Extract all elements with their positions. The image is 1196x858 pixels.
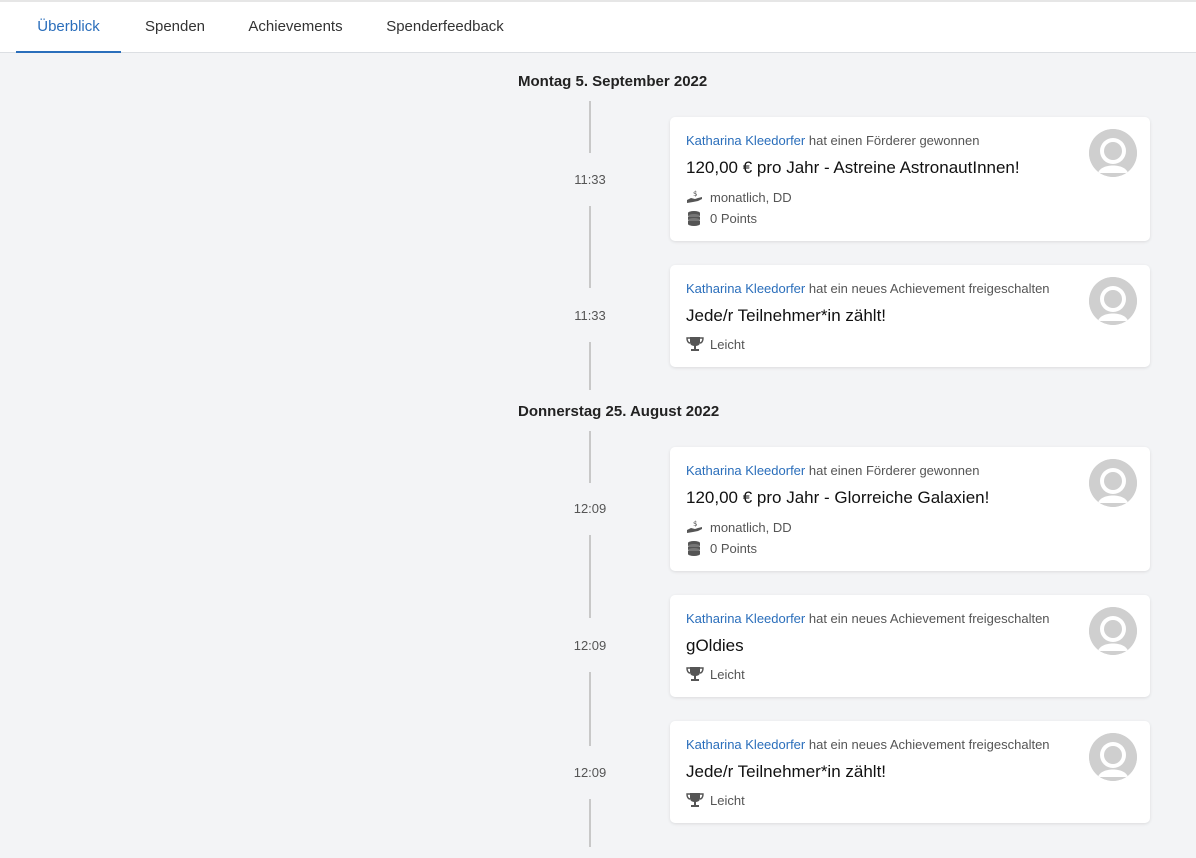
points-row: 0 Points	[686, 540, 757, 556]
difficulty-row: Leicht	[686, 336, 745, 352]
date-heading: Donnerstag 25. August 2022	[518, 403, 720, 420]
trophy-icon	[686, 792, 704, 808]
difficulty-text: Leicht	[710, 666, 745, 682]
card-header: Katharina Kleedorfer hat ein neues Achie…	[686, 281, 1050, 296]
frequency-row: $ monatlich, DD	[686, 189, 792, 205]
user-link[interactable]: Katharina Kleedorfer	[686, 133, 805, 148]
svg-text:$: $	[693, 190, 697, 198]
timeline-line	[589, 342, 591, 390]
action-text: hat ein neues Achievement freigeschalten	[808, 611, 1050, 626]
tab-bar: Überblick Spenden Achievements Spenderfe…	[0, 2, 1196, 53]
svg-text:$: $	[693, 520, 697, 528]
card-header: Katharina Kleedorfer hat ein neues Achie…	[686, 611, 1050, 626]
timeline-line	[589, 535, 591, 618]
card-title: gOldies	[686, 636, 744, 655]
tab-spenden[interactable]: Spenden	[140, 2, 210, 52]
activity-card: Katharina Kleedorfer hat ein neues Achie…	[670, 721, 1150, 823]
card-title: 120,00 € pro Jahr - Glorreiche Galaxien!	[686, 488, 990, 507]
user-placeholder-icon[interactable]	[1089, 277, 1137, 325]
action-text: hat einen Förderer gewonnen	[808, 133, 980, 148]
difficulty-row: Leicht	[686, 792, 745, 808]
date-heading: Montag 5. September 2022	[518, 73, 708, 90]
timeline-line	[589, 431, 591, 483]
timeline-line	[589, 101, 591, 153]
tab-ueberblick[interactable]: Überblick	[16, 2, 121, 53]
entry-time: 12:09	[573, 501, 607, 516]
timeline-line	[589, 672, 591, 746]
frequency-row: $ monatlich, DD	[686, 519, 792, 535]
activity-card: Katharina Kleedorfer hat ein neues Achie…	[670, 265, 1150, 367]
entry-time: 11:33	[574, 308, 606, 323]
user-placeholder-icon[interactable]	[1089, 733, 1137, 781]
frequency-text: monatlich, DD	[710, 189, 792, 205]
card-title: Jede/r Teilnehmer*in zählt!	[686, 762, 887, 781]
points-row: 0 Points	[686, 210, 757, 226]
card-title: Jede/r Teilnehmer*in zählt!	[686, 306, 887, 325]
frequency-text: monatlich, DD	[710, 519, 792, 535]
user-placeholder-icon[interactable]	[1089, 459, 1137, 507]
activity-card: Katharina Kleedorfer hat einen Förderer …	[670, 447, 1150, 571]
user-link[interactable]: Katharina Kleedorfer	[686, 463, 805, 478]
user-placeholder-icon[interactable]	[1089, 129, 1137, 177]
card-header: Katharina Kleedorfer hat einen Förderer …	[686, 133, 979, 148]
action-text: hat ein neues Achievement freigeschalten	[808, 281, 1050, 296]
entry-time: 12:09	[573, 638, 607, 653]
user-link[interactable]: Katharina Kleedorfer	[686, 737, 805, 752]
action-text: hat ein neues Achievement freigeschalten	[808, 737, 1050, 752]
entry-time: 12:09	[573, 765, 607, 780]
user-placeholder-icon[interactable]	[1089, 607, 1137, 655]
timeline-line	[589, 206, 591, 288]
card-title: 120,00 € pro Jahr - Astreine AstronautIn…	[686, 158, 1020, 177]
points-text: 0 Points	[710, 540, 757, 556]
hand-coin-icon: $	[686, 519, 704, 535]
activity-card: Katharina Kleedorfer hat einen Förderer …	[670, 117, 1150, 241]
tab-spenderfeedback[interactable]: Spenderfeedback	[382, 2, 508, 52]
user-link[interactable]: Katharina Kleedorfer	[686, 611, 805, 626]
user-link[interactable]: Katharina Kleedorfer	[686, 281, 805, 296]
tab-achievements[interactable]: Achievements	[244, 2, 347, 52]
entry-time: 11:33	[574, 172, 606, 187]
trophy-icon	[686, 336, 704, 352]
difficulty-text: Leicht	[710, 336, 745, 352]
card-header: Katharina Kleedorfer hat ein neues Achie…	[686, 737, 1050, 752]
coin-stack-icon	[686, 210, 704, 226]
difficulty-text: Leicht	[710, 792, 745, 808]
hand-coin-icon: $	[686, 189, 704, 205]
action-text: hat einen Förderer gewonnen	[808, 463, 980, 478]
card-header: Katharina Kleedorfer hat einen Förderer …	[686, 463, 979, 478]
coin-stack-icon	[686, 540, 704, 556]
difficulty-row: Leicht	[686, 666, 745, 682]
points-text: 0 Points	[710, 210, 757, 226]
activity-card: Katharina Kleedorfer hat ein neues Achie…	[670, 595, 1150, 697]
timeline-line	[589, 799, 591, 847]
trophy-icon	[686, 666, 704, 682]
